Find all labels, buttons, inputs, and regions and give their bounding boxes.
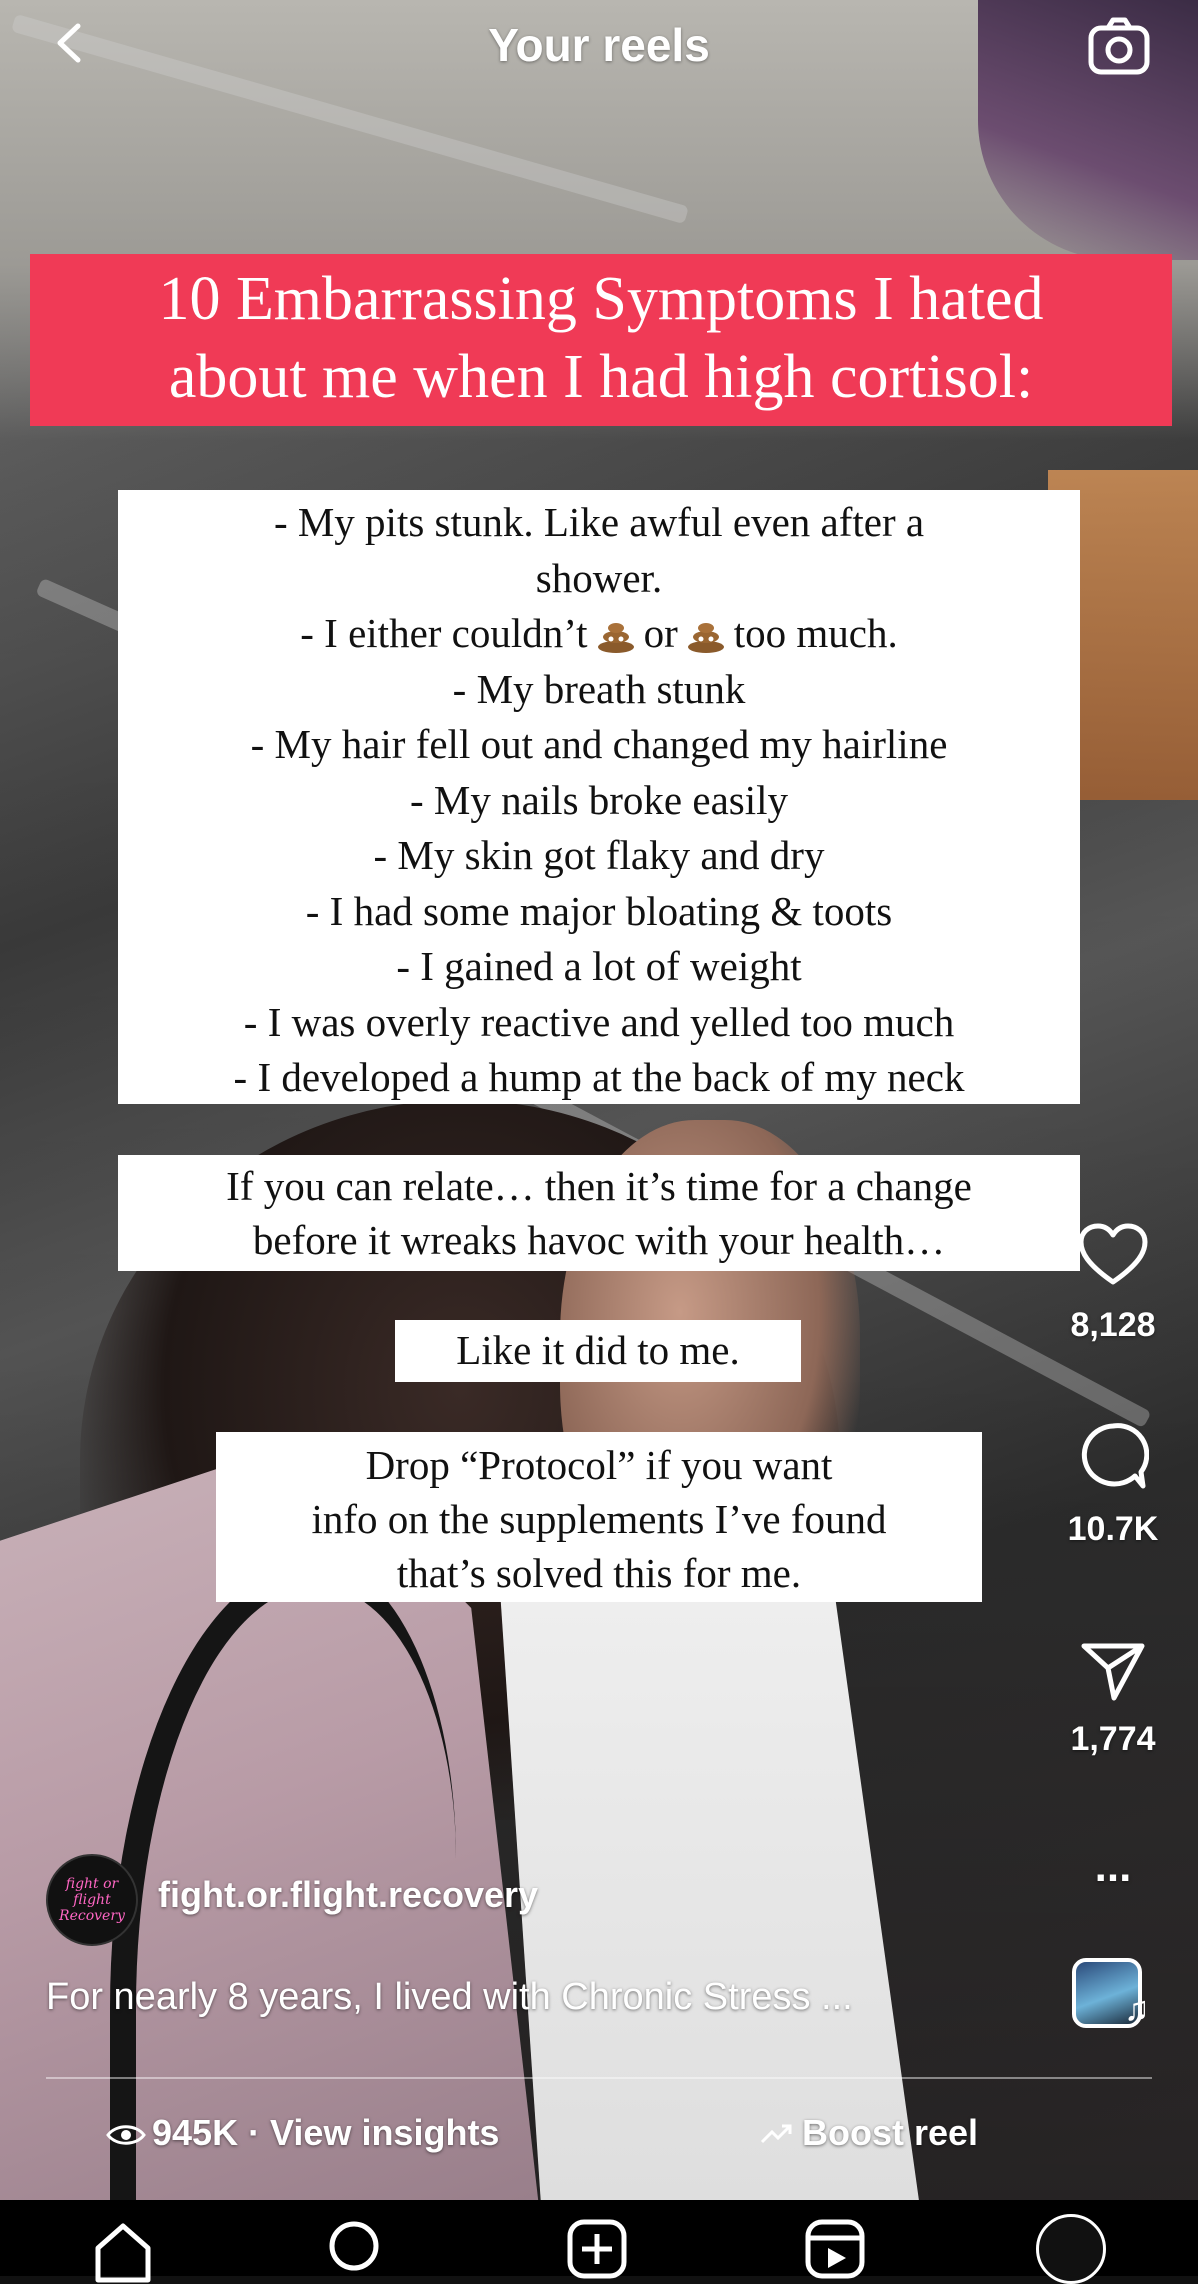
share-action[interactable]: 1,774 — [1028, 1640, 1198, 1759]
profile-avatar[interactable] — [1036, 2214, 1106, 2284]
reels-icon[interactable] — [800, 2214, 870, 2284]
boost-reel-button[interactable]: Boost reel — [802, 2112, 978, 2154]
poop-emoji-icon — [597, 623, 634, 653]
avatar-logo-text: fight or flight Recovery — [59, 1876, 125, 1924]
more-action[interactable]: ... — [1028, 1842, 1198, 1892]
send-icon[interactable] — [1080, 1640, 1146, 1702]
avatar[interactable]: fight or flight Recovery — [46, 1854, 138, 1946]
symptom-text: or — [643, 610, 678, 656]
trend-arrow-icon — [760, 2124, 792, 2144]
symptom-line: - My breath stunk — [452, 665, 746, 712]
caption-text[interactable]: For nearly 8 years, I lived with Chronic… — [46, 1976, 1026, 2019]
share-count: 1,774 — [1070, 1720, 1156, 1758]
title-banner: 10 Embarrassing Symptoms I hated about m… — [30, 254, 1172, 426]
home-icon[interactable] — [88, 2214, 158, 2284]
view-insights-link[interactable]: 945K · View insights — [152, 2112, 499, 2154]
music-note-icon: ♫ — [1124, 1990, 1150, 2028]
comment-count: 10.7K — [1067, 1510, 1159, 1548]
symptom-line: - I had some major bloating & toots — [305, 887, 893, 934]
camera-icon[interactable] — [1086, 14, 1152, 80]
poop-emoji-icon — [687, 623, 724, 653]
relate-line: If you can relate… then it’s time for a … — [226, 1163, 972, 1209]
comment-bubble-icon[interactable] — [1077, 1420, 1149, 1492]
protocol-line: Drop “Protocol” if you want — [365, 1442, 833, 1488]
symptom-line: - My skin got flaky and dry — [373, 832, 825, 878]
symptoms-card: - My pits stunk. Like awful even after a… — [118, 490, 1080, 1104]
protocol-line: that’s solved this for me. — [396, 1550, 802, 1596]
symptom-line: - I was overly reactive and yelled too m… — [243, 998, 955, 1045]
divider — [46, 2077, 1152, 2079]
eye-icon — [106, 2125, 146, 2145]
search-icon[interactable] — [322, 2214, 392, 2284]
symptom-text: - I either couldn’t — [300, 610, 588, 656]
symptom-line: - I developed a hump at the back of my n… — [233, 1054, 965, 1100]
banner-line: about me when I had high cortisol: — [168, 343, 1034, 411]
relate-line: before it wreaks havoc with your health… — [252, 1217, 946, 1263]
symptom-line: shower. — [535, 554, 663, 601]
protocol-line: info on the supplements I’ve found — [311, 1496, 887, 1542]
create-icon[interactable] — [562, 2214, 632, 2284]
ellipsis-icon[interactable]: ... — [1028, 1842, 1198, 1892]
symptom-line-poop: - I either couldn’t or too much. — [118, 606, 1080, 662]
like-action[interactable]: 8,128 — [1028, 1222, 1198, 1345]
symptom-line: - I gained a lot of weight — [396, 943, 802, 989]
symptom-line: - My pits stunk. Like awful even after a — [273, 499, 925, 545]
heart-icon[interactable] — [1077, 1222, 1149, 1288]
symptom-line: - My hair fell out and changed my hairli… — [250, 721, 948, 767]
protocol-card: Drop “Protocol” if you want info on the … — [216, 1432, 982, 1602]
relate-card: If you can relate… then it’s time for a … — [118, 1155, 1080, 1271]
page-title: Your reels — [488, 19, 710, 71]
symptom-text: too much. — [733, 610, 898, 656]
username-link[interactable]: fight.or.flight.recovery — [158, 1874, 538, 1916]
banner-line: 10 Embarrassing Symptoms I hated — [158, 265, 1044, 333]
like-it-card: Like it did to me. — [395, 1320, 801, 1382]
bottom-tab-bar — [0, 2200, 1198, 2284]
comment-action[interactable]: 10.7K — [1028, 1420, 1198, 1549]
top-bar: Your reels — [0, 0, 1198, 90]
symptom-line: - My nails broke easily — [409, 776, 789, 823]
like-count: 8,128 — [1070, 1306, 1156, 1344]
